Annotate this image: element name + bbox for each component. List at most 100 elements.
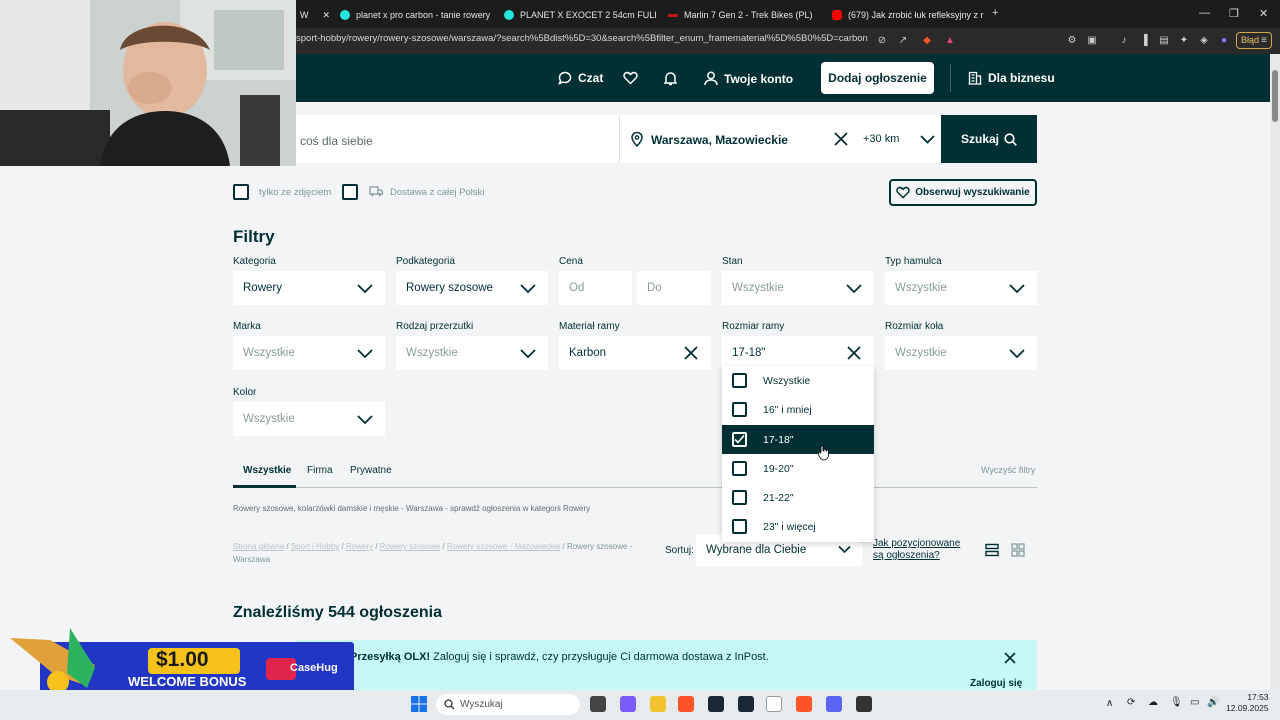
tab-private[interactable]: Prywatne xyxy=(350,465,392,476)
minimize-icon[interactable]: — xyxy=(1199,7,1210,19)
tab-trek[interactable]: Marlin 7 Gen 2 - Trek Bikes (PL) xyxy=(660,4,820,26)
eye-off-icon[interactable]: ⊘ xyxy=(876,35,888,47)
frame-size-option[interactable]: 19-20" xyxy=(722,454,874,483)
sidebar-icon[interactable]: ▐ xyxy=(1138,35,1150,47)
subcategory-select[interactable]: Rowery szosowe xyxy=(396,271,548,305)
steam-icon[interactable] xyxy=(708,696,724,712)
search-input[interactable]: coś dla siebie xyxy=(300,134,373,148)
frame-size-option[interactable]: Wszystkie xyxy=(722,366,874,395)
clear-icon[interactable] xyxy=(846,345,862,361)
copilot-icon[interactable] xyxy=(620,696,636,712)
price-to-input[interactable]: Do xyxy=(637,271,711,305)
discord-icon[interactable] xyxy=(826,696,842,712)
clear-icon[interactable] xyxy=(683,345,699,361)
url-field[interactable]: sport-hobby/rowery/rowery-szosowe/warsza… xyxy=(296,33,868,44)
tab-planet-x-exocet[interactable]: PLANET X EXOCET 2 54cm FULL CAR xyxy=(496,4,656,26)
onedrive-icon[interactable]: ☁ xyxy=(1148,697,1158,708)
ad-positioning-link[interactable]: Jak pozycjonowane są ogłoszenia? xyxy=(873,538,973,562)
file-explorer-icon[interactable] xyxy=(650,696,666,712)
frame-material-select[interactable]: Karbon xyxy=(559,336,711,370)
casehug-promo-banner[interactable]: $1.00 WELCOME BONUS CaseHug xyxy=(10,628,354,694)
list-view-icon[interactable] xyxy=(985,543,999,557)
obs-icon[interactable] xyxy=(856,696,872,712)
vpn-icon[interactable]: ◈ xyxy=(1198,35,1210,47)
search-button[interactable]: Szukaj xyxy=(941,115,1037,163)
observe-search-button[interactable]: Obserwuj wyszukiwanie xyxy=(889,179,1037,206)
volume-icon[interactable]: 🔊 xyxy=(1207,697,1219,708)
brave-browser-icon[interactable] xyxy=(678,696,694,712)
page-scrollbar[interactable] xyxy=(1270,54,1280,690)
frame-size-option[interactable]: 21-22" xyxy=(722,483,874,512)
radius-select[interactable]: +30 km xyxy=(863,133,899,145)
brake-select[interactable]: Wszystkie xyxy=(885,271,1037,305)
extensions-icon[interactable]: ⚙ xyxy=(1066,35,1078,47)
login-link[interactable]: Zaloguj się xyxy=(970,678,1022,689)
new-tab-icon[interactable]: + xyxy=(992,7,998,19)
price-from-placeholder: Od xyxy=(569,282,585,294)
business-link[interactable]: Dla biznesu xyxy=(968,71,1055,85)
account-link[interactable]: Twoje konto xyxy=(704,71,793,86)
network-icon[interactable]: ▭ xyxy=(1190,697,1199,708)
frame-size-select[interactable]: 17-18" xyxy=(722,336,874,370)
tab-youtube[interactable]: (679) Jak zrobić łuk refleksyjny z rury xyxy=(824,4,984,26)
brand-select[interactable]: Wszystkie xyxy=(233,336,385,370)
tray-chevron-up-icon[interactable]: ∧ xyxy=(1106,698,1113,709)
brave-browser-icon[interactable] xyxy=(796,696,812,712)
brave-rewards-icon[interactable]: ▲ xyxy=(944,35,956,47)
notepad-icon[interactable] xyxy=(766,696,782,712)
tab-company[interactable]: Firma xyxy=(307,465,333,476)
close-tab-icon[interactable]: ✕ xyxy=(323,10,331,21)
share-icon[interactable]: ↗ xyxy=(897,35,909,47)
close-window-icon[interactable]: ✕ xyxy=(1259,7,1268,20)
favorites-link[interactable] xyxy=(623,71,638,85)
steam-icon[interactable] xyxy=(738,696,754,712)
task-view-icon[interactable] xyxy=(590,696,606,712)
tab-current[interactable]: W ✕ xyxy=(292,4,332,26)
frame-size-option-selected[interactable]: 17-18" xyxy=(722,425,874,454)
breadcrumb-item[interactable]: Sport i Hobby xyxy=(291,542,339,551)
inpost-text-body: Zaloguj się i sprawdź, czy przysługuje C… xyxy=(433,651,769,663)
notifications-link[interactable] xyxy=(664,71,677,86)
windows-start-icon[interactable] xyxy=(411,696,427,712)
wheel-size-value: Wszystkie xyxy=(895,347,947,359)
tab-planet-x-search[interactable]: planet x pro carbon - tanie rowery on xyxy=(332,4,492,26)
tab-all[interactable]: Wszystkie xyxy=(243,465,291,476)
microphone-icon[interactable]: 🎙 xyxy=(1170,697,1183,708)
wallet-icon[interactable]: ▤ xyxy=(1158,35,1170,47)
delivery-checkbox[interactable] xyxy=(342,184,358,200)
music-icon[interactable]: ♪ xyxy=(1118,35,1130,47)
breadcrumb-item[interactable]: Rowery xyxy=(346,542,373,551)
option-checkbox xyxy=(732,373,747,388)
chevron-down-icon[interactable] xyxy=(920,134,935,144)
error-badge[interactable]: Błąd xyxy=(1236,32,1272,49)
breadcrumb-item[interactable]: Rowery szosowe xyxy=(380,542,440,551)
profile-icon[interactable]: ● xyxy=(1218,35,1230,47)
add-ad-button[interactable]: Dodaj ogłoszenie xyxy=(821,62,934,94)
close-icon[interactable] xyxy=(1004,652,1016,664)
frame-size-option[interactable]: 16" i mniej xyxy=(722,395,874,424)
wheel-size-select[interactable]: Wszystkie xyxy=(885,336,1037,370)
screenshot-icon[interactable]: ▣ xyxy=(1086,35,1098,47)
olx-favicon-icon xyxy=(340,10,350,20)
clear-filters-link[interactable]: Wyczyść filtry xyxy=(981,465,1035,475)
price-from-input[interactable]: Od xyxy=(559,271,632,305)
breadcrumb-item[interactable]: Strona główna xyxy=(233,542,284,551)
condition-select[interactable]: Wszystkie xyxy=(722,271,874,305)
clear-location-icon[interactable] xyxy=(834,132,848,146)
chat-link[interactable]: Czat xyxy=(558,71,603,85)
grid-view-icon[interactable] xyxy=(1011,543,1025,557)
brave-shield-icon[interactable]: ◆ xyxy=(921,35,933,47)
tray-app-icon[interactable]: ⟳ xyxy=(1127,697,1135,708)
frame-size-option[interactable]: 23" i więcej xyxy=(722,512,874,541)
taskbar-clock[interactable]: 17:53 12.09.2025 xyxy=(1226,692,1269,714)
category-select[interactable]: Rowery xyxy=(233,271,385,305)
scrollbar-thumb[interactable] xyxy=(1272,70,1278,122)
breadcrumb-item[interactable]: Rowery szosowe - Mazowieckie xyxy=(447,542,560,551)
leo-ai-icon[interactable]: ✦ xyxy=(1178,35,1190,47)
photo-only-checkbox[interactable] xyxy=(233,184,249,200)
subcategory-label: Podkategoria xyxy=(396,256,455,267)
derailleur-select[interactable]: Wszystkie xyxy=(396,336,548,370)
taskbar-search[interactable]: Wyszukaj xyxy=(436,694,580,715)
maximize-icon[interactable]: ❐ xyxy=(1229,7,1239,20)
color-select[interactable]: Wszystkie xyxy=(233,402,385,436)
